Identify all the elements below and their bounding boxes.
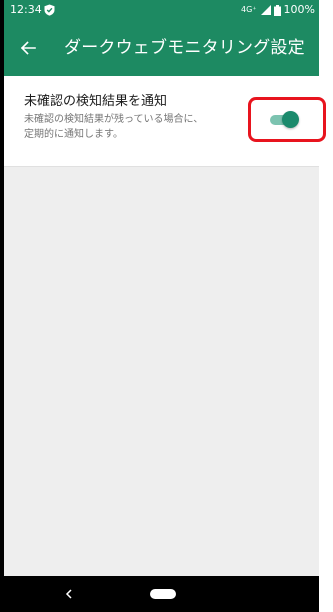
navigation-bar bbox=[4, 576, 319, 612]
chevron-left-icon[interactable] bbox=[62, 587, 76, 601]
status-time: 12:34 bbox=[10, 3, 42, 16]
status-bar: 12:34 4G⁺ 100% bbox=[4, 0, 319, 20]
app-screen: 12:34 4G⁺ 100% ダークウェブモニタリング設定 未確認の検知結果を通… bbox=[4, 0, 319, 612]
shield-check-icon bbox=[44, 4, 55, 16]
setting-description-line: 定期的に通知します。 bbox=[24, 129, 123, 140]
page-title: ダークウェブモニタリング設定 bbox=[64, 38, 305, 58]
signal-icon bbox=[260, 5, 271, 15]
setting-description: 未確認の検知結果が残っている場合に、 定期的に通知します。 bbox=[24, 112, 244, 142]
setting-title: 未確認の検知結果を通知 bbox=[24, 94, 168, 109]
setting-description-line: 未確認の検知結果が残っている場合に、 bbox=[24, 114, 204, 125]
home-pill-icon[interactable] bbox=[150, 589, 176, 599]
app-bar: ダークウェブモニタリング設定 bbox=[4, 20, 319, 76]
network-type: 4G⁺ bbox=[241, 5, 257, 14]
back-button[interactable] bbox=[16, 36, 40, 60]
right-border bbox=[319, 0, 333, 612]
highlight-annotation bbox=[248, 97, 326, 142]
battery-icon bbox=[273, 4, 281, 16]
status-indicators: 4G⁺ 100% bbox=[241, 0, 315, 20]
arrow-left-icon bbox=[20, 41, 36, 55]
battery-percent: 100% bbox=[283, 3, 315, 16]
